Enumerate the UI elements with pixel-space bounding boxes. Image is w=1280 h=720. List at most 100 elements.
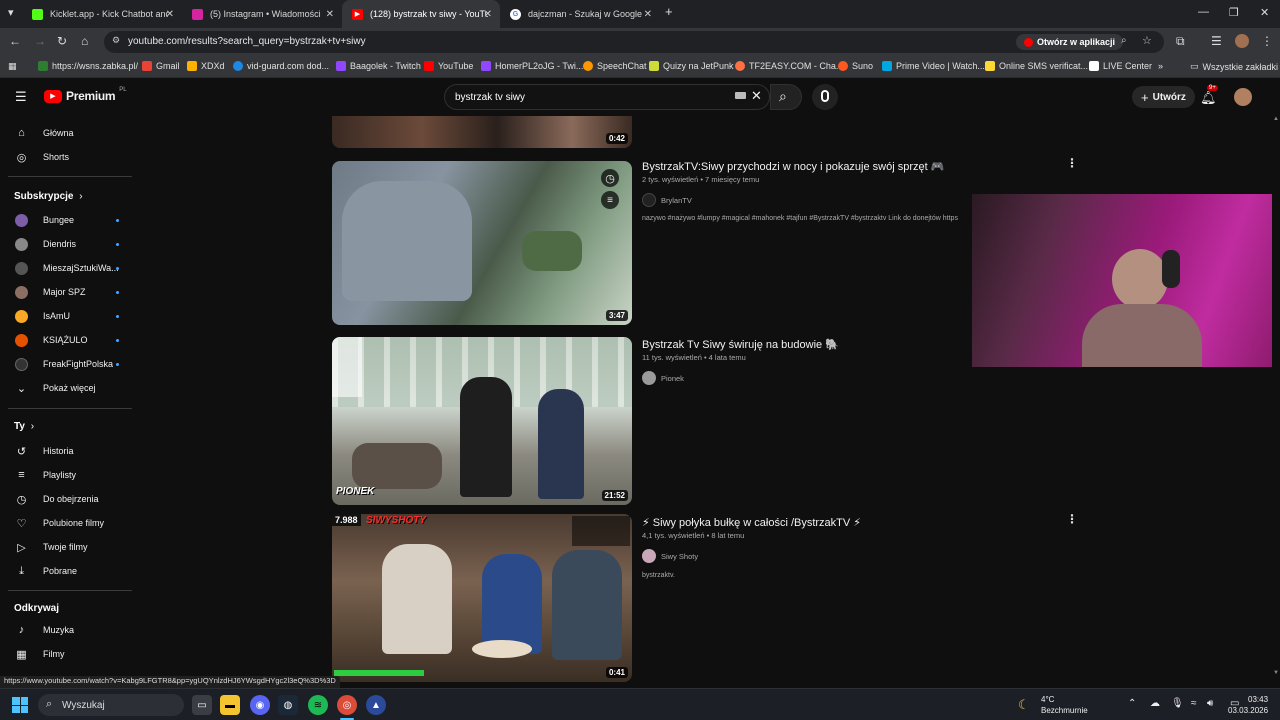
search-input[interactable]: bystrzak tv siwy ✕	[444, 84, 770, 110]
add-to-queue-icon[interactable]: ≡	[601, 191, 619, 209]
bookmark-star-icon[interactable]: ☆	[1142, 34, 1152, 47]
video-thumbnail[interactable]: ◷ ≡ 3:47	[332, 161, 632, 325]
video-thumbnail[interactable]: PIONEK 21:52	[332, 337, 632, 505]
browser-tab-youtube[interactable]: ▶ (128) bystrzak tv siwy - YouTube ✕	[342, 0, 500, 28]
apps-icon[interactable]: ▦	[8, 61, 17, 72]
bookmark-homerpl[interactable]: HomerPL2oJG - Twi...	[481, 61, 583, 71]
browser-tab-google[interactable]: G dajczman - Szukaj w Google ✕	[500, 0, 660, 28]
video-thumbnail[interactable]: 0:42	[332, 116, 632, 148]
more-bookmarks-icon[interactable]: »	[1158, 61, 1163, 71]
close-tab-icon[interactable]: ✕	[644, 9, 652, 20]
sidebar-item-isamu[interactable]: IsAmU	[0, 305, 138, 327]
clock-date[interactable]: 03.03.2026	[1228, 706, 1268, 715]
sidebar-item-your-videos[interactable]: ▷ Twoje filmy	[0, 536, 138, 558]
chrome-menu-icon[interactable]: ⋮	[1261, 34, 1273, 48]
maximize-icon[interactable]: ❐	[1229, 6, 1239, 19]
wifi-icon[interactable]: ≈	[1191, 698, 1197, 709]
zoom-icon[interactable]: ⌕	[1121, 35, 1127, 46]
sidebar-item-mieszaj[interactable]: MieszajSztukiWa...	[0, 257, 138, 279]
minimize-icon[interactable]: —	[1198, 6, 1209, 18]
bookmark-speechchat[interactable]: SpeechChat	[583, 61, 647, 71]
bookmark-youtube[interactable]: YouTube	[424, 61, 473, 71]
all-bookmarks-folder[interactable]: ▭ Wszystkie zakładki	[1190, 61, 1278, 72]
bookmark-zabka[interactable]: https://wsns.zabka.pl/	[38, 61, 138, 71]
task-view-icon[interactable]: ▭	[192, 695, 212, 715]
sidebar-item-history[interactable]: ↺ Historia	[0, 440, 138, 462]
create-button[interactable]: + Utwórz	[1132, 86, 1195, 108]
notifications-button[interactable]: 🔔︎ 9+	[1200, 85, 1218, 107]
chrome-icon[interactable]: ◎	[337, 695, 357, 715]
bookmark-primevideo[interactable]: Prime Video | Watch...	[882, 61, 985, 71]
bookmark-xdxd[interactable]: XDXd	[187, 61, 225, 71]
watch-later-icon[interactable]: ◷	[601, 169, 619, 187]
close-tab-icon[interactable]: ✕	[484, 9, 492, 20]
page-scrollbar[interactable]: ▲ ▼	[1272, 116, 1280, 676]
channel-link[interactable]: Pionek	[642, 371, 684, 385]
url-text[interactable]: youtube.com/results?search_query=bystrza…	[128, 36, 366, 47]
clear-search-icon[interactable]: ✕	[751, 88, 762, 104]
sidebar-item-downloads[interactable]: ⤓ Pobrane	[0, 560, 138, 582]
app-launcher-icon[interactable]: ▲	[366, 695, 386, 715]
steam-icon[interactable]: ◍	[278, 695, 298, 715]
bookmark-vidguard[interactable]: vid-guard.com dod...	[233, 61, 329, 71]
browser-tab-instagram[interactable]: (5) Instagram • Wiadomości ✕	[182, 0, 342, 28]
bookmark-sms[interactable]: Online SMS verificat...	[985, 61, 1088, 71]
browser-tab-kicklet[interactable]: Kicklet.app - Kick Chatbot and ✕	[22, 0, 182, 28]
scroll-down-icon[interactable]: ▼	[1273, 670, 1279, 676]
more-actions-icon[interactable]: ⋮	[1066, 156, 1078, 170]
bookmark-gmail[interactable]: Gmail	[142, 61, 180, 71]
channel-link[interactable]: BrylanTV	[642, 193, 692, 207]
reading-list-icon[interactable]: ☰	[1211, 34, 1222, 48]
onedrive-icon[interactable]: ☁	[1150, 698, 1160, 709]
forward-icon[interactable]: →	[34, 34, 46, 48]
sidebar-item-bungee[interactable]: Bungee	[0, 209, 138, 231]
close-window-icon[interactable]: ✕	[1260, 6, 1269, 19]
clock-time[interactable]: 03:43	[1248, 695, 1268, 704]
sidebar-item-watch-later[interactable]: ◷ Do obejrzenia	[0, 488, 138, 510]
volume-icon[interactable]: 🔊︎	[1207, 698, 1213, 709]
close-tab-icon[interactable]: ✕	[166, 9, 174, 20]
taskbar-search-input[interactable]: ⌕ Wyszukaj	[38, 694, 184, 716]
account-avatar[interactable]	[1234, 88, 1252, 106]
tab-search-icon[interactable]: ▾	[8, 6, 14, 19]
reload-icon[interactable]: ↻	[57, 34, 67, 48]
weather-moon-icon[interactable]: ☾	[1018, 697, 1030, 713]
extensions-icon[interactable]: ⧉	[1176, 34, 1185, 49]
keyboard-icon[interactable]	[735, 92, 746, 99]
file-explorer-icon[interactable]: ▬	[220, 695, 240, 715]
sidebar-item-playlists[interactable]: ≡ Playlisty	[0, 464, 138, 486]
search-query[interactable]: bystrzak tv siwy	[455, 92, 525, 103]
windows-start-icon[interactable]	[12, 697, 28, 713]
back-icon[interactable]: ←	[9, 34, 21, 48]
bookmark-baagolek[interactable]: Baagolek - Twitch	[336, 61, 421, 71]
sidebar-item-shorts[interactable]: ◎ Shorts	[0, 146, 138, 168]
bookmark-livecenter[interactable]: LIVE Center	[1089, 61, 1152, 71]
site-info-icon[interactable]: ⚙	[112, 35, 120, 46]
open-in-app-button[interactable]: Otwórz w aplikacji	[1016, 34, 1124, 50]
search-button[interactable]: ⌕	[770, 84, 802, 110]
show-more-button[interactable]: ⌄ Pokaż więcej	[0, 377, 138, 399]
sidebar-item-music[interactable]: ♪ Muzyka	[0, 619, 138, 641]
video-title[interactable]: Bystrzak Tv Siwy świruję na budowie 🐘	[642, 338, 839, 351]
bookmark-tf2easy[interactable]: TF2EASY.COM - Cha...	[735, 61, 843, 71]
you-header[interactable]: Ty ›	[14, 421, 34, 432]
address-bar[interactable]: ⚙ youtube.com/results?search_query=bystr…	[104, 31, 1164, 53]
profile-avatar[interactable]	[1235, 34, 1249, 48]
sidebar-item-ksiazulo[interactable]: KSIĄŻULO	[0, 329, 138, 351]
sidebar-item-diendris[interactable]: Diendris	[0, 233, 138, 255]
video-title[interactable]: BystrzakTV:Siwy przychodzi w nocy i poka…	[642, 160, 944, 173]
sidebar-item-home[interactable]: ⌂ Główna	[0, 122, 138, 144]
more-actions-icon[interactable]: ⋮	[1066, 512, 1078, 526]
subscriptions-header[interactable]: Subskrypcje ›	[14, 191, 83, 202]
home-icon[interactable]: ⌂	[81, 34, 88, 48]
discord-icon[interactable]: ◉	[250, 695, 270, 715]
new-tab-button[interactable]: +	[665, 4, 673, 19]
video-title[interactable]: ⚡ Siwy połyka bułkę w całości /BystrzakT…	[642, 516, 861, 529]
youtube-logo[interactable]: ▶ Premium PL	[44, 87, 127, 103]
hamburger-menu-icon[interactable]: ☰	[15, 89, 27, 105]
bookmark-jetpunk[interactable]: Quizy na JetPunk	[649, 61, 734, 71]
sidebar-item-movies[interactable]: ▦ Filmy	[0, 643, 138, 665]
close-tab-icon[interactable]: ✕	[326, 9, 334, 20]
sidebar-item-liked[interactable]: ♡ Polubione filmy	[0, 512, 138, 534]
scroll-up-icon[interactable]: ▲	[1273, 116, 1279, 122]
